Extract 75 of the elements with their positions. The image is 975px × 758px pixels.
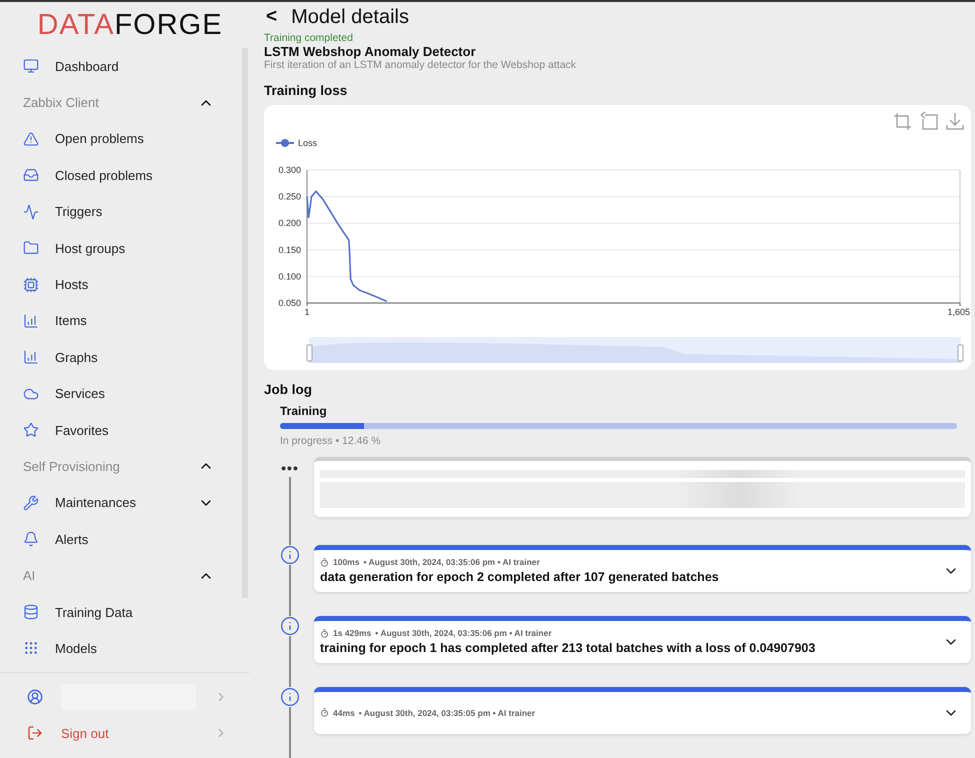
legend[interactable]: Loss <box>276 138 318 148</box>
nav-icon <box>23 204 39 220</box>
progress-text: In progress • 12.46 % <box>280 435 382 447</box>
entry-meta: • August 30th, 2024, 03:35:05 pm • AI trainer <box>358 708 536 718</box>
nav-item[interactable]: Triggers <box>0 194 238 230</box>
nav-item[interactable]: Training Data <box>0 594 238 630</box>
nav-item[interactable]: Hosts <box>0 266 238 303</box>
nav-icon <box>23 349 39 366</box>
nav-icon <box>23 531 39 548</box>
nav-icon <box>23 494 39 511</box>
log-entry[interactable]: 1s 429ms • August 30th, 2024, 03:35:06 pm • AI trainer training for epoch 1 has completed after 213 total batches with a loss of 0.04907903 <box>314 616 971 663</box>
nav-icon <box>23 58 39 74</box>
nav-item[interactable]: Services <box>0 376 238 412</box>
axis-tick-label: 0.100 <box>278 271 301 282</box>
nav-item[interactable]: Host groups <box>0 230 238 266</box>
more-icon: ••• <box>281 463 299 473</box>
info-icon <box>280 687 300 707</box>
model-name: LSTM Webshop Anomaly Detector <box>264 44 477 59</box>
nav-icon <box>23 240 39 256</box>
section-label: Self Provisioning <box>23 458 120 474</box>
info-icon <box>280 616 300 636</box>
timer-icon <box>320 558 329 566</box>
nav-icon <box>23 130 39 147</box>
entry-message: training for epoch 1 has completed after 213 total batches with a loss of 0.04907903 <box>320 641 816 655</box>
zoom-icon[interactable] <box>893 111 913 131</box>
entry-meta: • August 30th, 2024, 03:35:06 pm • AI trainer <box>375 628 552 638</box>
nav-icon <box>23 422 39 438</box>
section-label: Zabbix Client <box>23 95 99 110</box>
section-title: Job log <box>264 382 313 397</box>
timer-icon <box>320 708 329 717</box>
reset-icon[interactable] <box>919 111 939 131</box>
entry-duration: 44ms <box>333 708 355 718</box>
sign-out-link[interactable]: Sign out <box>0 715 250 751</box>
logo: DATAFORGE <box>36 8 224 43</box>
entry-message: data generation for epoch 2 completed after 107 generated batches <box>320 570 720 584</box>
nav-icon <box>23 640 39 656</box>
nav-icon <box>23 312 39 329</box>
log-entry[interactable]: 100ms • August 30th, 2024, 03:35:06 pm • AI trainer data generation for epoch 2 completed after 107 generated batches <box>314 545 971 592</box>
nav-item[interactable]: Items <box>0 302 238 340</box>
info-icon <box>280 545 300 565</box>
nav-item[interactable]: Models <box>0 630 238 667</box>
axis-tick-label: 0.300 <box>278 165 301 175</box>
entry-duration: 1s 429ms <box>333 628 372 638</box>
nav-item[interactable]: Open problems <box>0 120 238 158</box>
axis-tick-label: 1 <box>304 307 310 317</box>
axis-tick-label: 1,605 <box>947 307 970 317</box>
page-title: Model details <box>291 6 409 28</box>
sign-out-icon <box>27 725 43 741</box>
user-avatar-icon[interactable] <box>27 689 43 705</box>
nav-icon <box>23 276 39 293</box>
legend-label: Loss <box>298 138 318 148</box>
axis-tick-label: 0.200 <box>278 218 301 228</box>
nav-item[interactable]: Closed problems <box>0 157 238 194</box>
download-icon[interactable] <box>945 111 965 131</box>
model-description: First iteration of an LSTM anomaly detector for the Webshop attack <box>264 59 578 71</box>
axis-tick-label: 0.250 <box>278 192 301 202</box>
section-title: Training loss <box>264 83 348 98</box>
entry-meta: • August 30th, 2024, 03:35:06 pm • AI trainer <box>363 557 540 567</box>
nav-item[interactable]: Alerts <box>0 521 238 558</box>
stage-title: Training <box>280 404 328 418</box>
nav-icon <box>23 604 39 620</box>
section-label: AI <box>23 568 36 584</box>
model-status: Training completed <box>264 32 354 44</box>
nav-item[interactable]: Graphs <box>0 339 238 376</box>
back-button[interactable]: < <box>266 6 278 28</box>
nav-item[interactable]: Dashboard <box>0 48 238 84</box>
nav-item[interactable]: Maintenances <box>0 484 238 522</box>
log-entry[interactable]: 44ms • August 30th, 2024, 03:35:05 pm • AI trainer <box>314 687 971 734</box>
nav-item[interactable]: Favorites <box>0 412 238 448</box>
timer-icon <box>320 628 329 638</box>
nav-icon <box>23 167 39 184</box>
zoom-slider[interactable] <box>306 337 964 363</box>
axis-tick-label: 0.150 <box>278 244 301 255</box>
axis-tick-label: 0.050 <box>278 298 301 308</box>
entry-duration: 100ms <box>333 557 360 567</box>
